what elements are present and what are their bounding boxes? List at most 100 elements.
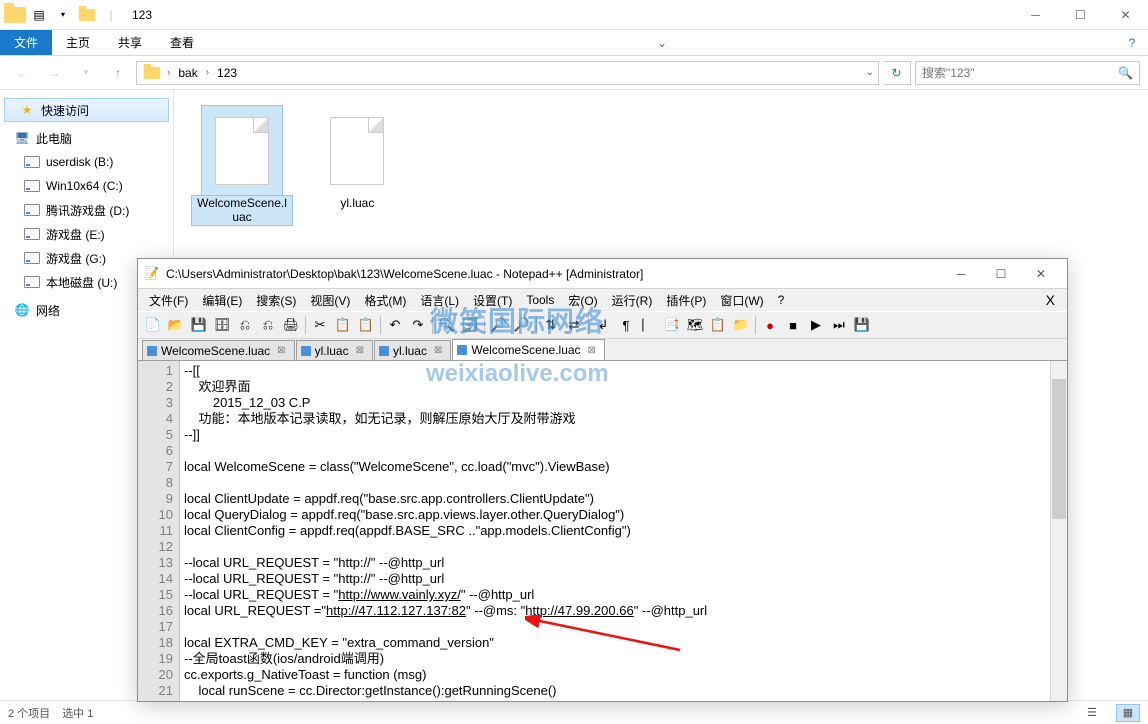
breadcrumb-item[interactable]: 123: [213, 66, 241, 80]
menu-file[interactable]: 文件(F): [142, 292, 195, 309]
qat-dropdown-icon[interactable]: ▾: [52, 4, 74, 26]
sidebar-drive[interactable]: userdisk (B:): [0, 150, 173, 174]
editor-tab[interactable]: WelcomeScene.luac⊠: [142, 340, 295, 360]
zoom-in-icon[interactable]: 🔎: [488, 314, 510, 336]
lang-icon[interactable]: 📑: [661, 314, 683, 336]
maximize-button[interactable]: ☐: [981, 260, 1021, 288]
tab-close-icon[interactable]: ⊠: [434, 345, 442, 356]
print-icon[interactable]: 🖨: [280, 314, 302, 336]
menu-edit[interactable]: 编辑(E): [195, 292, 249, 309]
wordwrap-icon[interactable]: ↲: [592, 314, 614, 336]
close-button[interactable]: ✕: [1103, 0, 1148, 30]
drive-icon: [24, 274, 40, 290]
code-content[interactable]: --[[ 欢迎界面 2015_12_03 C.P 功能：本地版本记录读取，如无记…: [180, 361, 1050, 701]
ribbon-expand-icon[interactable]: ⌄: [646, 30, 678, 55]
qat-properties-icon[interactable]: ▤: [28, 4, 50, 26]
undo-icon[interactable]: ↶: [384, 314, 406, 336]
open-file-icon[interactable]: 📂: [165, 314, 187, 336]
editor-tab[interactable]: yl.luac⊠: [374, 340, 451, 360]
address-box[interactable]: › bak › 123 ⌄: [136, 61, 879, 85]
file-icon: [202, 106, 282, 196]
file-label: WelcomeScene.luac: [192, 196, 292, 225]
chevron-right-icon[interactable]: ›: [206, 67, 209, 78]
menu-language[interactable]: 语言(L): [413, 292, 466, 309]
editor-area[interactable]: 1234567891011121314151617181920212223 --…: [138, 361, 1067, 701]
search-input[interactable]: [922, 66, 1118, 80]
ribbon-help-icon[interactable]: ?: [1116, 30, 1148, 55]
file-item[interactable]: yl.luac: [307, 106, 407, 210]
sidebar-drive[interactable]: Win10x64 (C:): [0, 174, 173, 198]
ribbon-file-tab[interactable]: 文件: [0, 30, 52, 55]
tab-close-icon[interactable]: ⊠: [356, 345, 364, 356]
sidebar-this-pc[interactable]: 🖥此电脑: [0, 126, 173, 150]
func-list-icon[interactable]: 📋: [707, 314, 729, 336]
copy-icon[interactable]: 📋: [332, 314, 354, 336]
menu-window[interactable]: 窗口(W): [713, 292, 770, 309]
search-box[interactable]: 🔍: [915, 61, 1140, 85]
editor-tab[interactable]: yl.luac⊠: [296, 340, 373, 360]
tab-close-icon[interactable]: ⊠: [277, 345, 285, 356]
menu-plugins[interactable]: 插件(P): [659, 292, 713, 309]
all-chars-icon[interactable]: ¶: [615, 314, 637, 336]
record-macro-icon[interactable]: ●: [759, 314, 781, 336]
stop-macro-icon[interactable]: ■: [782, 314, 804, 336]
address-dropdown-icon[interactable]: ⌄: [866, 67, 874, 78]
breadcrumb-item[interactable]: bak: [174, 66, 201, 80]
menu-search[interactable]: 搜索(S): [249, 292, 303, 309]
sync-v-icon[interactable]: ⇅: [540, 314, 562, 336]
refresh-button[interactable]: ↻: [883, 61, 911, 85]
nav-forward-button[interactable]: →: [40, 60, 68, 86]
ribbon-share-tab[interactable]: 共享: [104, 30, 156, 55]
paste-icon[interactable]: 📋: [355, 314, 377, 336]
close-button[interactable]: ✕: [1021, 260, 1061, 288]
nav-up-button[interactable]: ↑: [104, 60, 132, 86]
npp-titlebar: 📝 C:\Users\Administrator\Desktop\bak\123…: [138, 259, 1067, 289]
menu-macro[interactable]: 宏(O): [561, 292, 604, 309]
npp-app-icon: 📝: [144, 266, 160, 282]
sidebar-drive[interactable]: 腾讯游戏盘 (D:): [0, 198, 173, 222]
sidebar-label: 本地磁盘 (U:): [46, 274, 117, 291]
ribbon-view-tab[interactable]: 查看: [156, 30, 208, 55]
file-item[interactable]: WelcomeScene.luac: [192, 106, 292, 225]
menu-format[interactable]: 格式(M): [357, 292, 413, 309]
sync-h-icon[interactable]: ⇄: [563, 314, 585, 336]
menu-tools[interactable]: Tools: [519, 293, 561, 307]
folder-icon[interactable]: 📁: [730, 314, 752, 336]
zoom-out-icon[interactable]: 🔎: [511, 314, 533, 336]
redo-icon[interactable]: ↷: [407, 314, 429, 336]
sidebar-quick-access[interactable]: ★快速访问: [4, 98, 169, 122]
doc-close-button[interactable]: X: [1038, 292, 1063, 308]
find-icon[interactable]: 🔍: [436, 314, 458, 336]
indent-guide-icon[interactable]: ⎸: [638, 314, 660, 336]
new-file-icon[interactable]: 📄: [142, 314, 164, 336]
replace-icon[interactable]: 🔄: [459, 314, 481, 336]
sidebar-drive[interactable]: 游戏盘 (E:): [0, 222, 173, 246]
vertical-scrollbar[interactable]: [1050, 361, 1067, 701]
tab-close-icon[interactable]: ⊠: [588, 345, 596, 356]
nav-back-button[interactable]: ←: [8, 60, 36, 86]
menu-settings[interactable]: 设置(T): [466, 292, 519, 309]
save-all-icon[interactable]: 🗄: [211, 314, 233, 336]
close-file-icon[interactable]: ⎌: [234, 314, 256, 336]
minimize-button[interactable]: ─: [1013, 0, 1058, 30]
play-multi-icon[interactable]: ⏭: [828, 314, 850, 336]
search-icon[interactable]: 🔍: [1118, 66, 1133, 80]
icons-view-button[interactable]: ▦: [1116, 704, 1140, 722]
play-macro-icon[interactable]: ▶: [805, 314, 827, 336]
minimize-button[interactable]: ─: [941, 260, 981, 288]
save-icon[interactable]: 💾: [188, 314, 210, 336]
nav-history-button[interactable]: ▾: [72, 60, 100, 86]
cut-icon[interactable]: ✂: [309, 314, 331, 336]
maximize-button[interactable]: ☐: [1058, 0, 1103, 30]
menu-help[interactable]: ?: [771, 293, 792, 307]
ribbon-home-tab[interactable]: 主页: [52, 30, 104, 55]
doc-map-icon[interactable]: 🗺: [684, 314, 706, 336]
menu-view[interactable]: 视图(V): [303, 292, 357, 309]
save-macro-icon[interactable]: 💾: [851, 314, 873, 336]
menu-run[interactable]: 运行(R): [605, 292, 660, 309]
editor-tab-active[interactable]: WelcomeScene.luac⊠: [452, 339, 605, 360]
scrollbar-thumb[interactable]: [1052, 379, 1066, 519]
chevron-right-icon[interactable]: ›: [167, 67, 170, 78]
details-view-button[interactable]: ☰: [1080, 704, 1104, 722]
close-all-icon[interactable]: ⎌: [257, 314, 279, 336]
